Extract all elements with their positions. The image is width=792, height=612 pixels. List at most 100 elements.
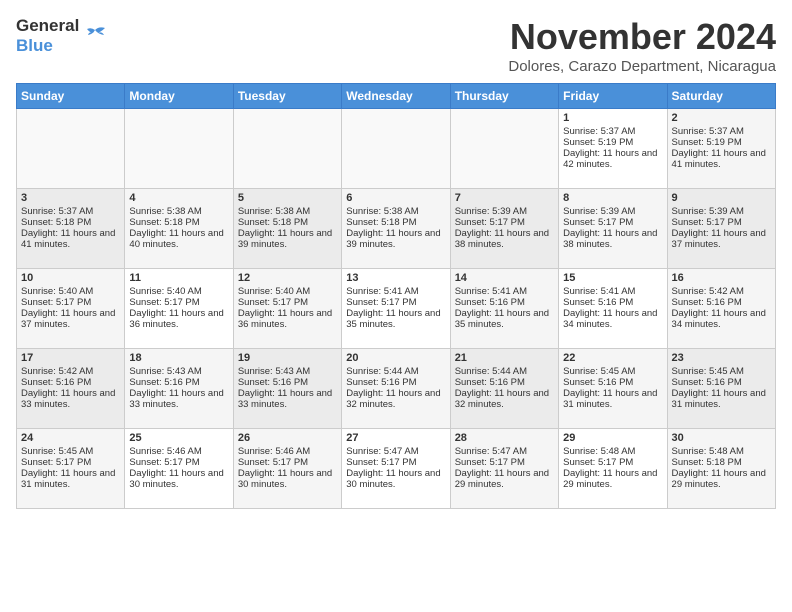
sunrise-text: Sunrise: 5:39 AM <box>563 206 635 217</box>
calendar-cell: 18Sunrise: 5:43 AMSunset: 5:16 PMDayligh… <box>125 349 233 429</box>
sunrise-text: Sunrise: 5:46 AM <box>238 446 310 457</box>
daylight-text: Daylight: 11 hours and 33 minutes. <box>21 388 115 410</box>
sunset-text: Sunset: 5:18 PM <box>238 217 308 228</box>
daylight-text: Daylight: 11 hours and 41 minutes. <box>21 228 115 250</box>
calendar-cell: 19Sunrise: 5:43 AMSunset: 5:16 PMDayligh… <box>233 349 341 429</box>
day-number: 4 <box>129 192 228 204</box>
calendar-cell: 21Sunrise: 5:44 AMSunset: 5:16 PMDayligh… <box>450 349 558 429</box>
sunset-text: Sunset: 5:19 PM <box>672 137 742 148</box>
daylight-text: Daylight: 11 hours and 42 minutes. <box>563 148 657 170</box>
week-row-1: 1Sunrise: 5:37 AMSunset: 5:19 PMDaylight… <box>17 109 776 189</box>
sunrise-text: Sunrise: 5:43 AM <box>129 366 201 377</box>
day-number: 3 <box>21 192 120 204</box>
calendar-cell: 24Sunrise: 5:45 AMSunset: 5:17 PMDayligh… <box>17 429 125 509</box>
calendar-cell <box>125 109 233 189</box>
sunrise-text: Sunrise: 5:40 AM <box>238 286 310 297</box>
sunrise-text: Sunrise: 5:41 AM <box>455 286 527 297</box>
day-number: 17 <box>21 352 120 364</box>
daylight-text: Daylight: 11 hours and 34 minutes. <box>563 308 657 330</box>
calendar-cell: 14Sunrise: 5:41 AMSunset: 5:16 PMDayligh… <box>450 269 558 349</box>
calendar-cell: 13Sunrise: 5:41 AMSunset: 5:17 PMDayligh… <box>342 269 450 349</box>
sunset-text: Sunset: 5:16 PM <box>563 377 633 388</box>
calendar-cell: 7Sunrise: 5:39 AMSunset: 5:17 PMDaylight… <box>450 189 558 269</box>
daylight-text: Daylight: 11 hours and 30 minutes. <box>346 468 440 490</box>
sunrise-text: Sunrise: 5:39 AM <box>672 206 744 217</box>
daylight-text: Daylight: 11 hours and 35 minutes. <box>455 308 549 330</box>
calendar-cell <box>233 109 341 189</box>
calendar-cell <box>17 109 125 189</box>
calendar-cell: 28Sunrise: 5:47 AMSunset: 5:17 PMDayligh… <box>450 429 558 509</box>
title-block: November 2024 Dolores, Carazo Department… <box>508 16 776 75</box>
day-number: 15 <box>563 272 662 284</box>
week-row-4: 17Sunrise: 5:42 AMSunset: 5:16 PMDayligh… <box>17 349 776 429</box>
calendar-cell: 15Sunrise: 5:41 AMSunset: 5:16 PMDayligh… <box>559 269 667 349</box>
sunset-text: Sunset: 5:19 PM <box>563 137 633 148</box>
daylight-text: Daylight: 11 hours and 29 minutes. <box>455 468 549 490</box>
calendar-cell: 1 Sunrise: 5:37 AMSunset: 5:19 PMDaylight… <box>559 109 667 189</box>
daylight-text: Daylight: 11 hours and 31 minutes. <box>563 388 657 410</box>
calendar-cell: 26Sunrise: 5:46 AMSunset: 5:17 PMDayligh… <box>233 429 341 509</box>
day-number: 2 <box>672 112 771 124</box>
daylight-text: Daylight: 11 hours and 37 minutes. <box>21 308 115 330</box>
daylight-text: Daylight: 11 hours and 34 minutes. <box>672 308 766 330</box>
sunset-text: Sunset: 5:17 PM <box>672 217 742 228</box>
sunrise-text: Sunrise: 5:46 AM <box>129 446 201 457</box>
calendar-cell: 20Sunrise: 5:44 AMSunset: 5:16 PMDayligh… <box>342 349 450 429</box>
sunset-text: Sunset: 5:16 PM <box>455 297 525 308</box>
logo: General Blue <box>16 16 109 57</box>
calendar-cell <box>450 109 558 189</box>
sunrise-text: Sunrise: 5:38 AM <box>129 206 201 217</box>
sunrise-text: Sunrise: 5:43 AM <box>238 366 310 377</box>
sunrise-text: Sunrise: 5:37 AM <box>563 126 635 137</box>
sunset-text: Sunset: 5:16 PM <box>672 377 742 388</box>
daylight-text: Daylight: 11 hours and 38 minutes. <box>563 228 657 250</box>
sunrise-text: Sunrise: 5:45 AM <box>563 366 635 377</box>
calendar-cell: 3Sunrise: 5:37 AMSunset: 5:18 PMDaylight… <box>17 189 125 269</box>
sunrise-text: Sunrise: 5:38 AM <box>238 206 310 217</box>
sunrise-text: Sunrise: 5:41 AM <box>346 286 418 297</box>
daylight-text: Daylight: 11 hours and 41 minutes. <box>672 148 766 170</box>
logo-general: General <box>16 16 79 36</box>
sunset-text: Sunset: 5:17 PM <box>238 297 308 308</box>
sunset-text: Sunset: 5:17 PM <box>129 297 199 308</box>
day-number: 1 <box>563 112 662 124</box>
daylight-text: Daylight: 11 hours and 39 minutes. <box>238 228 332 250</box>
sunrise-text: Sunrise: 5:44 AM <box>455 366 527 377</box>
week-row-3: 10Sunrise: 5:40 AMSunset: 5:17 PMDayligh… <box>17 269 776 349</box>
logo-bird-icon <box>81 24 109 48</box>
sunrise-text: Sunrise: 5:48 AM <box>672 446 744 457</box>
daylight-text: Daylight: 11 hours and 29 minutes. <box>672 468 766 490</box>
logo-blue: Blue <box>16 36 79 56</box>
sunrise-text: Sunrise: 5:47 AM <box>346 446 418 457</box>
daylight-text: Daylight: 11 hours and 31 minutes. <box>672 388 766 410</box>
sunrise-text: Sunrise: 5:44 AM <box>346 366 418 377</box>
logo-inner: General Blue <box>16 16 109 57</box>
calendar-cell: 17Sunrise: 5:42 AMSunset: 5:16 PMDayligh… <box>17 349 125 429</box>
sunrise-text: Sunrise: 5:38 AM <box>346 206 418 217</box>
day-number: 24 <box>21 432 120 444</box>
col-saturday: Saturday <box>667 84 775 109</box>
calendar-cell: 27Sunrise: 5:47 AMSunset: 5:17 PMDayligh… <box>342 429 450 509</box>
daylight-text: Daylight: 11 hours and 30 minutes. <box>129 468 223 490</box>
sunset-text: Sunset: 5:17 PM <box>21 457 91 468</box>
calendar-cell: 6Sunrise: 5:38 AMSunset: 5:18 PMDaylight… <box>342 189 450 269</box>
day-number: 22 <box>563 352 662 364</box>
col-monday: Monday <box>125 84 233 109</box>
day-number: 9 <box>672 192 771 204</box>
sunset-text: Sunset: 5:16 PM <box>455 377 525 388</box>
daylight-text: Daylight: 11 hours and 40 minutes. <box>129 228 223 250</box>
sunset-text: Sunset: 5:17 PM <box>21 297 91 308</box>
col-tuesday: Tuesday <box>233 84 341 109</box>
calendar-cell: 10Sunrise: 5:40 AMSunset: 5:17 PMDayligh… <box>17 269 125 349</box>
calendar-header-row: Sunday Monday Tuesday Wednesday Thursday… <box>17 84 776 109</box>
day-number: 18 <box>129 352 228 364</box>
sunset-text: Sunset: 5:17 PM <box>346 297 416 308</box>
calendar-cell: 12Sunrise: 5:40 AMSunset: 5:17 PMDayligh… <box>233 269 341 349</box>
day-number: 25 <box>129 432 228 444</box>
daylight-text: Daylight: 11 hours and 33 minutes. <box>129 388 223 410</box>
sunset-text: Sunset: 5:16 PM <box>672 297 742 308</box>
col-thursday: Thursday <box>450 84 558 109</box>
sunset-text: Sunset: 5:18 PM <box>346 217 416 228</box>
day-number: 5 <box>238 192 337 204</box>
calendar-cell: 16Sunrise: 5:42 AMSunset: 5:16 PMDayligh… <box>667 269 775 349</box>
